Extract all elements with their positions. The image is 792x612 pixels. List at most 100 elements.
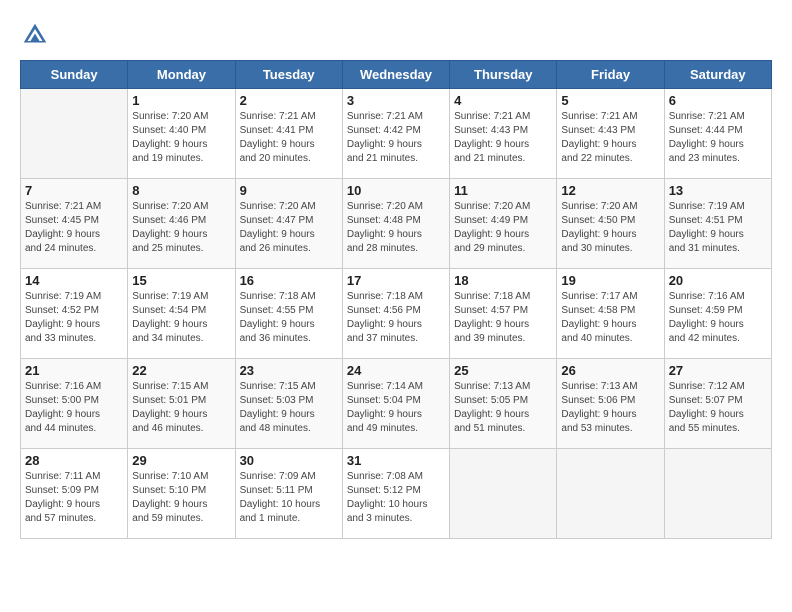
calendar-cell: 7 Sunrise: 7:21 AM Sunset: 4:45 PM Daylig… xyxy=(21,179,128,269)
day-info: Sunrise: 7:20 AM Sunset: 4:46 PM Dayligh… xyxy=(132,200,230,256)
header-cell-thursday: Thursday xyxy=(450,61,557,89)
calendar-cell xyxy=(450,449,557,539)
calendar-cell xyxy=(664,449,771,539)
day-number: 5 xyxy=(561,93,659,108)
day-info: Sunrise: 7:11 AM Sunset: 5:09 PM Dayligh… xyxy=(25,470,123,526)
day-number: 20 xyxy=(669,273,767,288)
day-info: Sunrise: 7:12 AM Sunset: 5:07 PM Dayligh… xyxy=(669,380,767,436)
day-number: 2 xyxy=(240,93,338,108)
day-info: Sunrise: 7:20 AM Sunset: 4:40 PM Dayligh… xyxy=(132,110,230,166)
day-info: Sunrise: 7:20 AM Sunset: 4:49 PM Dayligh… xyxy=(454,200,552,256)
day-number: 7 xyxy=(25,183,123,198)
calendar-cell: 3 Sunrise: 7:21 AM Sunset: 4:42 PM Daylig… xyxy=(342,89,449,179)
header-cell-saturday: Saturday xyxy=(664,61,771,89)
calendar-cell: 22 Sunrise: 7:15 AM Sunset: 5:01 PM Dayli… xyxy=(128,359,235,449)
calendar-cell: 13 Sunrise: 7:19 AM Sunset: 4:51 PM Dayli… xyxy=(664,179,771,269)
calendar-cell: 5Sunrise: 7:21 AM Sunset: 4:43 PM Daylig… xyxy=(557,89,664,179)
day-number: 10 xyxy=(347,183,445,198)
calendar-header-row: SundayMondayTuesdayWednesdayThursdayFrid… xyxy=(21,61,772,89)
calendar-cell: 18 Sunrise: 7:18 AM Sunset: 4:57 PM Dayli… xyxy=(450,269,557,359)
day-number: 4 xyxy=(454,93,552,108)
day-info: Sunrise: 7:21 AM Sunset: 4:42 PM Dayligh… xyxy=(347,110,445,166)
logo xyxy=(20,20,54,50)
calendar-cell: 30 Sunrise: 7:09 AM Sunset: 5:11 PM Dayli… xyxy=(235,449,342,539)
day-number: 25 xyxy=(454,363,552,378)
day-info: Sunrise: 7:15 AM Sunset: 5:01 PM Dayligh… xyxy=(132,380,230,436)
calendar-cell: 31 Sunrise: 7:08 AM Sunset: 5:12 PM Dayli… xyxy=(342,449,449,539)
day-number: 13 xyxy=(669,183,767,198)
day-number: 24 xyxy=(347,363,445,378)
day-number: 29 xyxy=(132,453,230,468)
calendar-cell xyxy=(21,89,128,179)
header-cell-wednesday: Wednesday xyxy=(342,61,449,89)
day-number: 1 xyxy=(132,93,230,108)
day-info: Sunrise: 7:21 AM Sunset: 4:43 PM Dayligh… xyxy=(454,110,552,166)
day-number: 17 xyxy=(347,273,445,288)
page-header xyxy=(20,20,772,50)
day-number: 30 xyxy=(240,453,338,468)
day-info: Sunrise: 7:20 AM Sunset: 4:50 PM Dayligh… xyxy=(561,200,659,256)
calendar-cell: 20 Sunrise: 7:16 AM Sunset: 4:59 PM Dayli… xyxy=(664,269,771,359)
day-info: Sunrise: 7:20 AM Sunset: 4:47 PM Dayligh… xyxy=(240,200,338,256)
calendar-cell: 24 Sunrise: 7:14 AM Sunset: 5:04 PM Dayli… xyxy=(342,359,449,449)
day-number: 18 xyxy=(454,273,552,288)
calendar-cell: 9 Sunrise: 7:20 AM Sunset: 4:47 PM Daylig… xyxy=(235,179,342,269)
day-info: Sunrise: 7:19 AM Sunset: 4:51 PM Dayligh… xyxy=(669,200,767,256)
calendar-cell: 16 Sunrise: 7:18 AM Sunset: 4:55 PM Dayli… xyxy=(235,269,342,359)
day-info: Sunrise: 7:21 AM Sunset: 4:41 PM Dayligh… xyxy=(240,110,338,166)
header-cell-sunday: Sunday xyxy=(21,61,128,89)
day-info: Sunrise: 7:18 AM Sunset: 4:57 PM Dayligh… xyxy=(454,290,552,346)
calendar-week-5: 28 Sunrise: 7:11 AM Sunset: 5:09 PM Dayli… xyxy=(21,449,772,539)
calendar-cell: 11 Sunrise: 7:20 AM Sunset: 4:49 PM Dayli… xyxy=(450,179,557,269)
day-info: Sunrise: 7:13 AM Sunset: 5:06 PM Dayligh… xyxy=(561,380,659,436)
header-cell-tuesday: Tuesday xyxy=(235,61,342,89)
day-number: 12 xyxy=(561,183,659,198)
calendar-cell: 4 Sunrise: 7:21 AM Sunset: 4:43 PM Daylig… xyxy=(450,89,557,179)
calendar-cell: 28 Sunrise: 7:11 AM Sunset: 5:09 PM Dayli… xyxy=(21,449,128,539)
day-info: Sunrise: 7:09 AM Sunset: 5:11 PM Dayligh… xyxy=(240,470,338,526)
day-info: Sunrise: 7:21 AM Sunset: 4:45 PM Dayligh… xyxy=(25,200,123,256)
calendar-cell xyxy=(557,449,664,539)
calendar-cell: 2 Sunrise: 7:21 AM Sunset: 4:41 PM Daylig… xyxy=(235,89,342,179)
day-info: Sunrise: 7:16 AM Sunset: 5:00 PM Dayligh… xyxy=(25,380,123,436)
calendar-cell: 17 Sunrise: 7:18 AM Sunset: 4:56 PM Dayli… xyxy=(342,269,449,359)
calendar-week-4: 21 Sunrise: 7:16 AM Sunset: 5:00 PM Dayli… xyxy=(21,359,772,449)
day-number: 8 xyxy=(132,183,230,198)
day-info: Sunrise: 7:10 AM Sunset: 5:10 PM Dayligh… xyxy=(132,470,230,526)
day-number: 15 xyxy=(132,273,230,288)
calendar-cell: 6Sunrise: 7:21 AM Sunset: 4:44 PM Daylig… xyxy=(664,89,771,179)
day-number: 16 xyxy=(240,273,338,288)
calendar-cell: 10 Sunrise: 7:20 AM Sunset: 4:48 PM Dayli… xyxy=(342,179,449,269)
day-info: Sunrise: 7:19 AM Sunset: 4:54 PM Dayligh… xyxy=(132,290,230,346)
day-number: 11 xyxy=(454,183,552,198)
calendar-cell: 14 Sunrise: 7:19 AM Sunset: 4:52 PM Dayli… xyxy=(21,269,128,359)
day-number: 28 xyxy=(25,453,123,468)
day-number: 21 xyxy=(25,363,123,378)
day-number: 9 xyxy=(240,183,338,198)
day-number: 19 xyxy=(561,273,659,288)
day-info: Sunrise: 7:08 AM Sunset: 5:12 PM Dayligh… xyxy=(347,470,445,526)
calendar-cell: 25 Sunrise: 7:13 AM Sunset: 5:05 PM Dayli… xyxy=(450,359,557,449)
calendar-cell: 29 Sunrise: 7:10 AM Sunset: 5:10 PM Dayli… xyxy=(128,449,235,539)
calendar-cell: 8 Sunrise: 7:20 AM Sunset: 4:46 PM Daylig… xyxy=(128,179,235,269)
calendar-cell: 19Sunrise: 7:17 AM Sunset: 4:58 PM Dayli… xyxy=(557,269,664,359)
day-number: 3 xyxy=(347,93,445,108)
day-info: Sunrise: 7:19 AM Sunset: 4:52 PM Dayligh… xyxy=(25,290,123,346)
header-cell-friday: Friday xyxy=(557,61,664,89)
day-number: 22 xyxy=(132,363,230,378)
day-info: Sunrise: 7:18 AM Sunset: 4:56 PM Dayligh… xyxy=(347,290,445,346)
day-info: Sunrise: 7:18 AM Sunset: 4:55 PM Dayligh… xyxy=(240,290,338,346)
calendar-week-1: 1 Sunrise: 7:20 AM Sunset: 4:40 PM Daylig… xyxy=(21,89,772,179)
day-number: 6 xyxy=(669,93,767,108)
day-info: Sunrise: 7:20 AM Sunset: 4:48 PM Dayligh… xyxy=(347,200,445,256)
day-info: Sunrise: 7:14 AM Sunset: 5:04 PM Dayligh… xyxy=(347,380,445,436)
day-info: Sunrise: 7:16 AM Sunset: 4:59 PM Dayligh… xyxy=(669,290,767,346)
day-info: Sunrise: 7:15 AM Sunset: 5:03 PM Dayligh… xyxy=(240,380,338,436)
day-info: Sunrise: 7:13 AM Sunset: 5:05 PM Dayligh… xyxy=(454,380,552,436)
day-number: 31 xyxy=(347,453,445,468)
day-number: 14 xyxy=(25,273,123,288)
day-number: 27 xyxy=(669,363,767,378)
calendar-week-3: 14 Sunrise: 7:19 AM Sunset: 4:52 PM Dayli… xyxy=(21,269,772,359)
calendar-cell: 27 Sunrise: 7:12 AM Sunset: 5:07 PM Dayli… xyxy=(664,359,771,449)
header-cell-monday: Monday xyxy=(128,61,235,89)
